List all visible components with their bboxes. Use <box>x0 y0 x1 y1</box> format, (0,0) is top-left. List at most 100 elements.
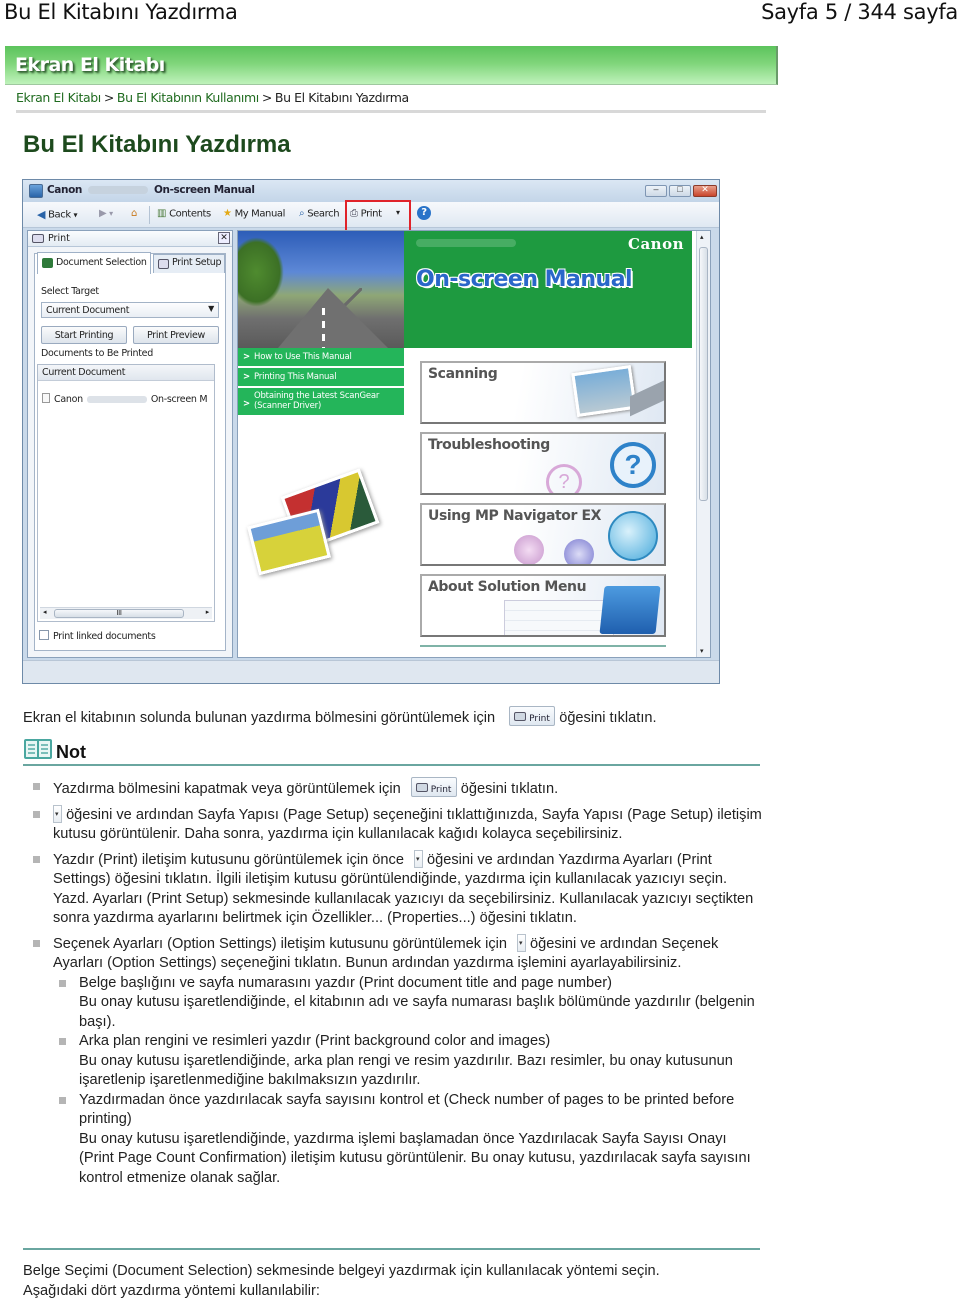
breadcrumb-separator: > <box>262 90 272 105</box>
print-preview-button: Print Preview <box>133 326 219 344</box>
my-manual-button: ★My Manual <box>223 208 285 220</box>
card-solution-menu: About Solution Menu <box>420 574 666 637</box>
dropdown-arrow-icon <box>517 934 526 952</box>
hero-title: On-screen Manual <box>416 267 632 292</box>
document-selection-icon <box>42 258 53 268</box>
option-description: Bu onay kutusu işaretlendiğinde, yazdırm… <box>79 1131 751 1186</box>
solution-box-icon <box>599 586 660 634</box>
window-statusbar <box>23 660 719 684</box>
book-icon: ▥ <box>157 208 166 219</box>
print-panel-close-icon: ✕ <box>218 232 230 244</box>
page-header: Bu El Kitabını Yazdırma Sayfa 5 / 344 sa… <box>0 0 960 24</box>
printer-icon <box>158 259 169 269</box>
maximize-button: □ <box>669 185 691 197</box>
scanned-photos-icon <box>571 365 637 417</box>
manual-banner: Ekran El Kitabı <box>5 46 778 85</box>
documents-list-scrollbar: ◂ III ▸ <box>40 607 212 619</box>
content-scrollbar: ▴ ▾ <box>696 231 710 657</box>
scanner-icon <box>608 511 658 561</box>
scanner-lid-icon <box>630 378 666 417</box>
forward-arrow-icon: ▶ <box>99 208 106 219</box>
dropdown-arrow-icon <box>53 805 62 823</box>
grid-bubble-icon <box>564 539 594 566</box>
outro-line: Belge Seçimi (Document Selection) sekmes… <box>23 1262 760 1282</box>
home-cards: Scanning Troubleshooting ? ? Using MP Na… <box>420 361 666 651</box>
select-target-label: Select Target <box>41 286 99 297</box>
print-button-image: Print <box>509 706 555 726</box>
contents-button: ▥Contents <box>157 208 211 220</box>
card-troubleshooting: Troubleshooting ? ? <box>420 432 666 495</box>
note-item: Yazdırma bölmesini kapatmak veya görüntü… <box>33 777 763 800</box>
tab-print-setup: Print Setup <box>153 254 225 273</box>
note-item: Seçenek Ayarları (Option Settings) ileti… <box>33 934 763 1189</box>
nav-link-printing-manual: >Printing This Manual <box>238 368 404 388</box>
help-icon: ? <box>417 206 431 220</box>
app-screenshot: CanonOn-screen Manual – □ ✕ ◀Back ▾ ▶ ▾ … <box>22 179 720 684</box>
option-title: Arka plan rengini ve resimleri yazdır (P… <box>79 1033 550 1049</box>
note-heading: Not <box>23 738 760 766</box>
question-mark-icon: ? <box>546 464 582 495</box>
window-titlebar: CanonOn-screen Manual – □ ✕ <box>23 180 719 202</box>
star-icon: ★ <box>223 208 232 219</box>
print-button-highlight <box>345 200 411 232</box>
breadcrumb: Ekran El Kitabı >Bu El Kitabının Kullanım… <box>16 90 409 105</box>
tab-document-selection: Document Selection <box>37 252 151 274</box>
nav-link-how-to-use: >How to Use This Manual <box>238 348 404 368</box>
card-scanning: Scanning <box>420 361 666 424</box>
card-mp-navigator: Using MP Navigator EX <box>420 503 666 566</box>
printer-icon <box>416 783 428 792</box>
dropdown-arrow-icon <box>414 850 423 868</box>
app-icon <box>29 184 43 198</box>
card-partial <box>420 645 666 651</box>
printer-icon <box>514 712 526 721</box>
home-icon: ⌂ <box>131 208 137 219</box>
print-panel-body: Document Selection Print Setup Select Ta… <box>34 253 226 651</box>
document-title: Bu El Kitabını Yazdırma <box>4 0 238 24</box>
chevron-down-icon: ▼ <box>208 304 214 313</box>
road-photo <box>238 231 404 348</box>
documents-to-print-label: Documents to Be Printed <box>41 348 153 359</box>
toolbar-separator <box>149 206 150 224</box>
print-linked-documents-checkbox: Print linked documents <box>39 630 156 642</box>
outro-text: Belge Seçimi (Document Selection) sekmes… <box>23 1262 760 1301</box>
solution-menu-screenshot <box>504 600 614 637</box>
breadcrumb-divider <box>16 110 766 113</box>
forward-button: ▶ ▾ <box>99 208 113 219</box>
option-item: Arka plan rengini ve resimleri yazdır (P… <box>59 1032 763 1091</box>
page-indicator: Sayfa 5 / 344 sayfa <box>761 0 958 24</box>
manual-home-page: Canon On-screen Manual >How to Use This … <box>237 230 711 658</box>
breadcrumb-current: Bu El Kitabını Yazdırma <box>275 90 409 105</box>
note-item: öğesini ve ardından Sayfa Yapısı (Page S… <box>33 805 763 845</box>
option-title: Belge başlığını ve sayfa numarasını yazd… <box>79 975 612 991</box>
option-description: Bu onay kutusu işaretlendiğinde, el kita… <box>79 994 755 1030</box>
search-button: ⌕Search <box>299 208 339 220</box>
home-nav-links: >How to Use This Manual >Printing This M… <box>238 348 404 417</box>
close-button: ✕ <box>693 185 717 197</box>
photos-illustration <box>248 471 388 581</box>
option-description: Bu onay kutusu işaretlendiğinde, arka pl… <box>79 1053 733 1089</box>
note-book-icon <box>23 738 53 760</box>
print-panel: Print ✕ Document Selection Print Setup S… <box>27 230 233 658</box>
search-icon: ⌕ <box>299 208 304 219</box>
breadcrumb-link-usage[interactable]: Bu El Kitabının Kullanımı <box>117 90 259 105</box>
banner-title: Ekran El Kitabı <box>15 54 165 76</box>
option-item: Yazdırmadan önce yazdırılacak sayfa sayı… <box>59 1091 763 1189</box>
page-title: Bu El Kitabını Yazdırma <box>23 131 291 159</box>
option-item: Belge başlığını ve sayfa numarasını yazd… <box>59 974 763 1033</box>
breadcrumb-link-home[interactable]: Ekran El Kitabı <box>16 90 101 105</box>
note-list: Yazdırma bölmesini kapatmak veya görüntü… <box>33 777 763 1188</box>
hero-banner: Canon On-screen Manual <box>404 231 692 348</box>
option-title: Yazdırmadan önce yazdırılacak sayfa sayı… <box>79 1092 734 1128</box>
documents-list-header: Current Document <box>38 365 214 381</box>
documents-list: Current Document CanonOn-screen M ◂ III … <box>37 364 215 622</box>
canon-logo: Canon <box>628 235 684 253</box>
note-title: Not <box>56 742 86 763</box>
minimize-button: – <box>645 185 667 197</box>
file-icon <box>42 393 50 403</box>
select-target-dropdown: Current Document▼ <box>41 302 219 318</box>
back-arrow-icon: ◀ <box>37 208 45 221</box>
nav-link-scangear: >Obtaining the Latest ScanGear (Scanner … <box>238 388 404 417</box>
question-mark-icon: ? <box>610 442 656 488</box>
window-title: CanonOn-screen Manual <box>47 184 255 196</box>
note-end-divider <box>23 1248 760 1250</box>
